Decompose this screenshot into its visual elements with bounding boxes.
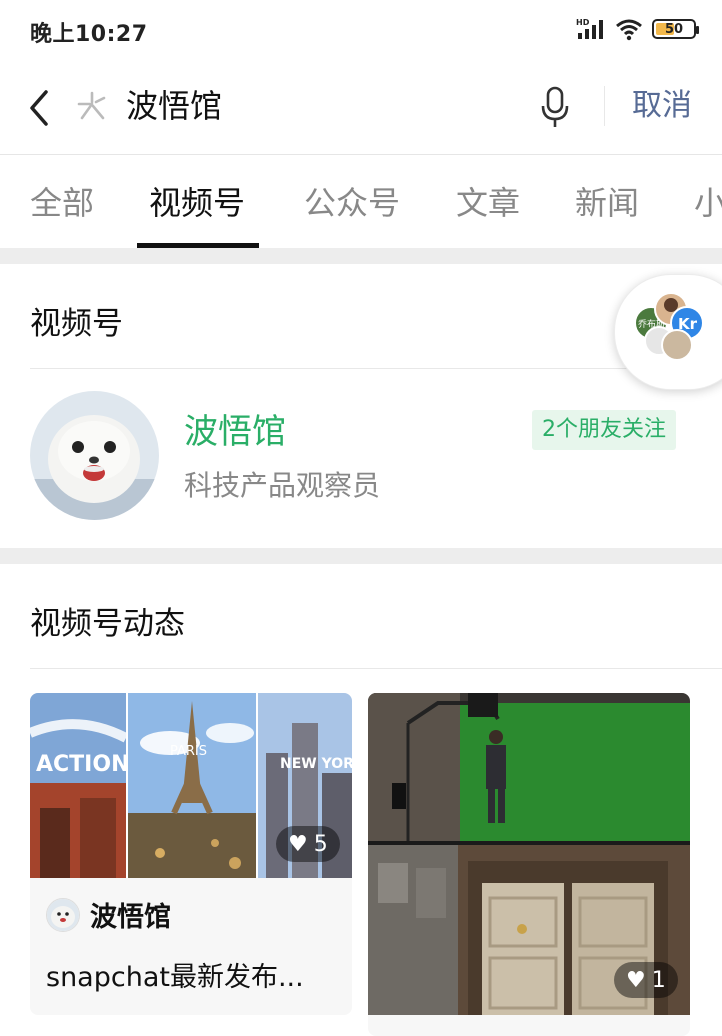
channel-description: 科技产品观察员 [184, 469, 381, 502]
floating-window-bubble[interactable]: 乔布斯 Kr [614, 274, 722, 390]
tab-bar: 全部 视频号 公众号 文章 新闻 小 [0, 156, 722, 248]
friends-follow-badge: 2个朋友关注 [532, 410, 676, 450]
channel-name[interactable]: 波悟馆 [184, 404, 286, 453]
status-icons: HD 50 [576, 14, 699, 44]
feed-section-title: 视频号动态 [30, 606, 185, 642]
wifi-icon [616, 19, 642, 41]
tab-mini-programs[interactable]: 小 [694, 178, 722, 224]
post-author[interactable]: 波悟馆 [46, 895, 171, 934]
post-title[interactable]: snapchat最新发布... [46, 955, 304, 994]
search-bar: 波悟馆 取消 [0, 60, 722, 155]
video-post-card[interactable]: ACTION PARIS NEW YORK CITY ♥ 5 [30, 693, 352, 1015]
svg-text:HD: HD [576, 18, 590, 27]
channel-avatar[interactable] [30, 391, 159, 520]
heart-icon: ♥ [288, 831, 308, 857]
tab-news[interactable]: 新闻 [575, 178, 639, 224]
like-count-badge: ♥ 5 [276, 826, 340, 862]
search-separator [604, 86, 605, 126]
author-avatar[interactable] [46, 897, 80, 932]
svg-text:ACTION: ACTION [36, 752, 129, 777]
back-arrow-icon[interactable] [22, 86, 58, 130]
video-post-card[interactable]: ♥ 1 [368, 693, 690, 1036]
tab-all[interactable]: 全部 [30, 178, 94, 224]
author-name[interactable]: 波悟馆 [90, 895, 171, 934]
search-input[interactable]: 波悟馆 [126, 84, 222, 128]
status-time: 晚上10:27 [30, 22, 148, 47]
search-logo-icon [77, 91, 106, 120]
like-count: 5 [313, 831, 328, 857]
cancel-button[interactable]: 取消 [632, 84, 692, 128]
signal-icon: HD [576, 18, 603, 39]
microphone-icon[interactable] [538, 84, 572, 130]
svg-text:PARIS: PARIS [170, 744, 207, 759]
tab-channels[interactable]: 视频号 [149, 178, 245, 224]
section-gap [0, 248, 722, 264]
like-count: 1 [651, 967, 666, 993]
battery-level: 50 [664, 21, 684, 37]
section-gap [0, 548, 722, 564]
heart-icon: ♥ [626, 967, 646, 993]
channel-section-title: 视频号 [30, 306, 123, 342]
svg-text:NEW YORK CITY: NEW YORK CITY [280, 756, 352, 772]
tab-articles[interactable]: 文章 [456, 178, 520, 224]
divider [30, 668, 722, 669]
like-count-badge: ♥ 1 [614, 962, 678, 998]
battery-icon: 50 [652, 19, 699, 39]
tab-official-accounts[interactable]: 公众号 [304, 178, 400, 224]
